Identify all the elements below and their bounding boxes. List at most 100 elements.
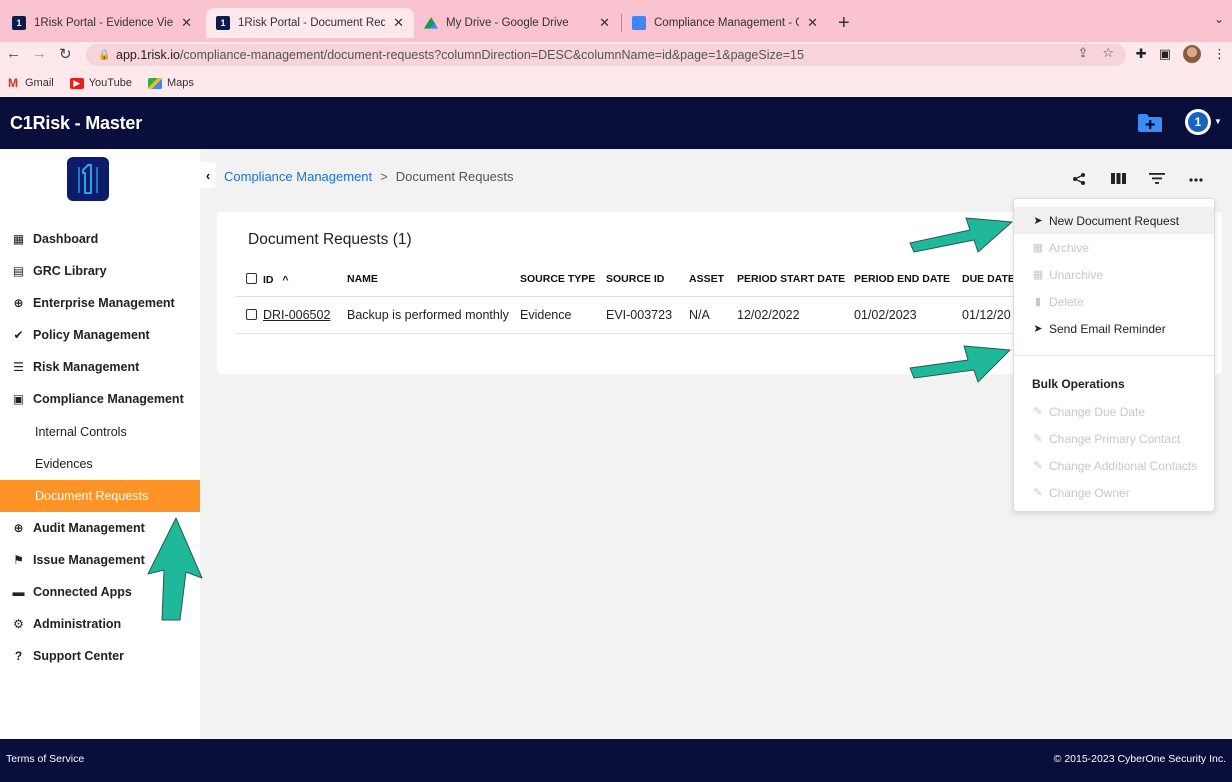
menu-item-change-due-date[interactable]: ✎ Change Due Date <box>1014 398 1214 425</box>
dashboard-icon: ▦ <box>12 232 25 246</box>
sidebar-subitem-label: Evidences <box>35 457 93 471</box>
sidebar-item-compliance-management[interactable]: ▣ Compliance Management <box>0 383 200 415</box>
edit-icon: ✎ <box>1033 406 1043 418</box>
sidebar-item-policy-management[interactable]: ✔ Policy Management <box>0 319 200 351</box>
column-header-id[interactable]: ID ^ <box>246 273 289 286</box>
edit-icon: ✎ <box>1033 487 1043 499</box>
user-avatar[interactable]: 1 <box>1185 109 1211 135</box>
paper-plane-icon: ➤ <box>1033 215 1043 227</box>
list-icon: ☰ <box>13 360 24 374</box>
sidebar-item-label: Compliance Management <box>33 392 184 406</box>
columns-icon[interactable] <box>1111 172 1126 188</box>
sort-ascending-icon[interactable]: ^ <box>282 274 288 286</box>
extensions-puzzle-icon[interactable]: ✚ <box>1136 46 1147 62</box>
bookmark-label: Gmail <box>25 77 54 89</box>
1risk-favicon-icon: 1 <box>216 16 230 30</box>
menu-item-send-email-reminder[interactable]: ➤ Send Email Reminder <box>1014 315 1214 342</box>
browser-tab-document-requests[interactable]: 1 1Risk Portal - Document Reque ✕ <box>206 8 414 38</box>
sidebar-item-dashboard[interactable]: ▦ Dashboard <box>0 223 200 255</box>
sidebar-subitem-internal-controls[interactable]: Internal Controls <box>0 416 200 448</box>
column-header-due-date[interactable]: DUE DATE <box>962 273 1015 285</box>
side-panel-icon[interactable]: ▣ <box>1159 46 1171 62</box>
sidebar-item-support-center[interactable]: ? Support Center <box>0 640 200 672</box>
sidebar-item-label: Administration <box>33 617 122 631</box>
column-header-asset[interactable]: ASSET <box>689 273 724 285</box>
column-header-name[interactable]: NAME <box>347 273 378 285</box>
sidebar-item-label: Risk Management <box>33 360 140 374</box>
menu-item-change-owner[interactable]: ✎ Change Owner <box>1014 479 1214 506</box>
google-docs-favicon-icon <box>632 16 646 30</box>
terms-of-service-link[interactable]: Terms of Service <box>6 753 84 765</box>
browser-tab-evidence-view[interactable]: 1 1Risk Portal - Evidence View ✕ <box>2 8 202 38</box>
browser-menu-icon[interactable]: ⋮ <box>1213 46 1226 62</box>
bookmark-youtube[interactable]: ▶ YouTube <box>69 77 132 89</box>
cell-asset: N/A <box>689 308 710 322</box>
sidebar-item-risk-management[interactable]: ☰ Risk Management <box>0 351 200 383</box>
column-header-period-start-date[interactable]: PERIOD START DATE <box>737 273 845 285</box>
menu-item-label: Delete <box>1049 294 1084 309</box>
sidebar-subitem-document-requests[interactable]: Document Requests <box>0 480 200 512</box>
browser-tab-google-drive[interactable]: My Drive - Google Drive ✕ <box>414 8 620 38</box>
menu-item-new-document-request[interactable]: ➤ New Document Request <box>1014 207 1214 234</box>
menu-item-change-additional-contacts[interactable]: ✎ Change Additional Contacts <box>1014 452 1214 479</box>
sidebar-item-label: Connected Apps <box>33 585 132 599</box>
collapse-sidebar-button[interactable]: ‹ <box>200 162 216 188</box>
url-path: /compliance-management/document-requests… <box>179 48 804 62</box>
share-page-icon[interactable]: ⇪ <box>1077 45 1088 61</box>
app-footer: Terms of Service © 2015-2023 CyberOne Se… <box>0 739 1232 782</box>
back-arrow-icon[interactable]: ← <box>6 45 21 62</box>
close-tab-icon[interactable]: ✕ <box>393 15 404 31</box>
cell-due-date: 01/12/20 <box>962 308 1011 322</box>
browser-tab-compliance-doc[interactable]: Compliance Management - Go ✕ <box>622 8 828 38</box>
tab-search-chevron-icon[interactable]: ⌄ <box>1214 12 1224 26</box>
flag-icon: ⚑ <box>13 553 24 567</box>
more-options-icon[interactable] <box>1189 172 1203 188</box>
sidebar-subitem-label: Document Requests <box>35 489 149 503</box>
close-tab-icon[interactable]: ✕ <box>181 15 192 31</box>
sidebar-item-label: Support Center <box>33 649 124 663</box>
column-header-period-end-date[interactable]: PERIOD END DATE <box>854 273 950 285</box>
sidebar-subitem-evidences[interactable]: Evidences <box>0 448 200 480</box>
library-icon: ▤ <box>12 264 25 278</box>
sidebar-item-grc-library[interactable]: ▤ GRC Library <box>0 255 200 287</box>
cell-period-end: 01/02/2023 <box>854 308 917 322</box>
bookmark-maps[interactable]: Maps <box>147 77 194 89</box>
menu-item-unarchive[interactable]: ▦ Unarchive <box>1014 261 1214 288</box>
google-drive-favicon-icon <box>424 16 438 29</box>
gmail-icon: M <box>8 76 18 90</box>
tab-title: Compliance Management - Go <box>654 17 800 29</box>
new-tab-icon[interactable]: + <box>838 12 850 35</box>
user-menu-caret-icon[interactable]: ▼ <box>1214 117 1222 126</box>
column-header-source-type[interactable]: SOURCE TYPE <box>520 273 595 285</box>
archive-icon: ▦ <box>1032 242 1044 254</box>
card-title: Document Requests (1) <box>248 231 412 248</box>
menu-item-change-primary-contact[interactable]: ✎ Change Primary Contact <box>1014 425 1214 452</box>
menu-item-archive[interactable]: ▦ Archive <box>1014 234 1214 261</box>
c1risk-logo[interactable] <box>67 157 109 201</box>
url-host: app.1risk.io <box>116 48 180 62</box>
row-checkbox[interactable] <box>246 309 257 320</box>
browser-profile-avatar[interactable] <box>1183 45 1201 63</box>
column-header-source-id[interactable]: SOURCE ID <box>606 273 664 285</box>
breadcrumb-parent-link[interactable]: Compliance Management <box>224 169 372 184</box>
menu-item-label: Change Owner <box>1049 485 1130 500</box>
add-folder-icon[interactable] <box>1137 113 1163 133</box>
share-icon[interactable] <box>1072 172 1086 189</box>
reload-icon[interactable]: ↻ <box>59 45 72 63</box>
bookmark-gmail[interactable]: M Gmail <box>6 76 54 90</box>
menu-divider <box>1014 355 1214 356</box>
close-tab-icon[interactable]: ✕ <box>599 15 610 31</box>
menu-item-delete[interactable]: ▮ Delete <box>1014 288 1214 315</box>
forward-arrow-icon[interactable]: → <box>32 45 47 62</box>
close-tab-icon[interactable]: ✕ <box>807 15 818 31</box>
url-input[interactable]: 🔒 app.1risk.io/compliance-management/doc… <box>86 44 1126 66</box>
filter-icon[interactable] <box>1149 172 1165 188</box>
request-id-link[interactable]: DRI-006502 <box>263 308 330 322</box>
sidebar-item-enterprise-management[interactable]: ⊕ Enterprise Management <box>0 287 200 319</box>
table-header-divider <box>235 296 1035 297</box>
select-all-checkbox[interactable] <box>246 273 257 284</box>
browser-tab-bar: 1 1Risk Portal - Evidence View ✕ 1 1Risk… <box>0 0 1232 42</box>
bookmark-star-icon[interactable]: ☆ <box>1102 45 1114 61</box>
tab-title: 1Risk Portal - Evidence View <box>34 17 174 29</box>
sidebar-item-label: Audit Management <box>33 521 145 535</box>
